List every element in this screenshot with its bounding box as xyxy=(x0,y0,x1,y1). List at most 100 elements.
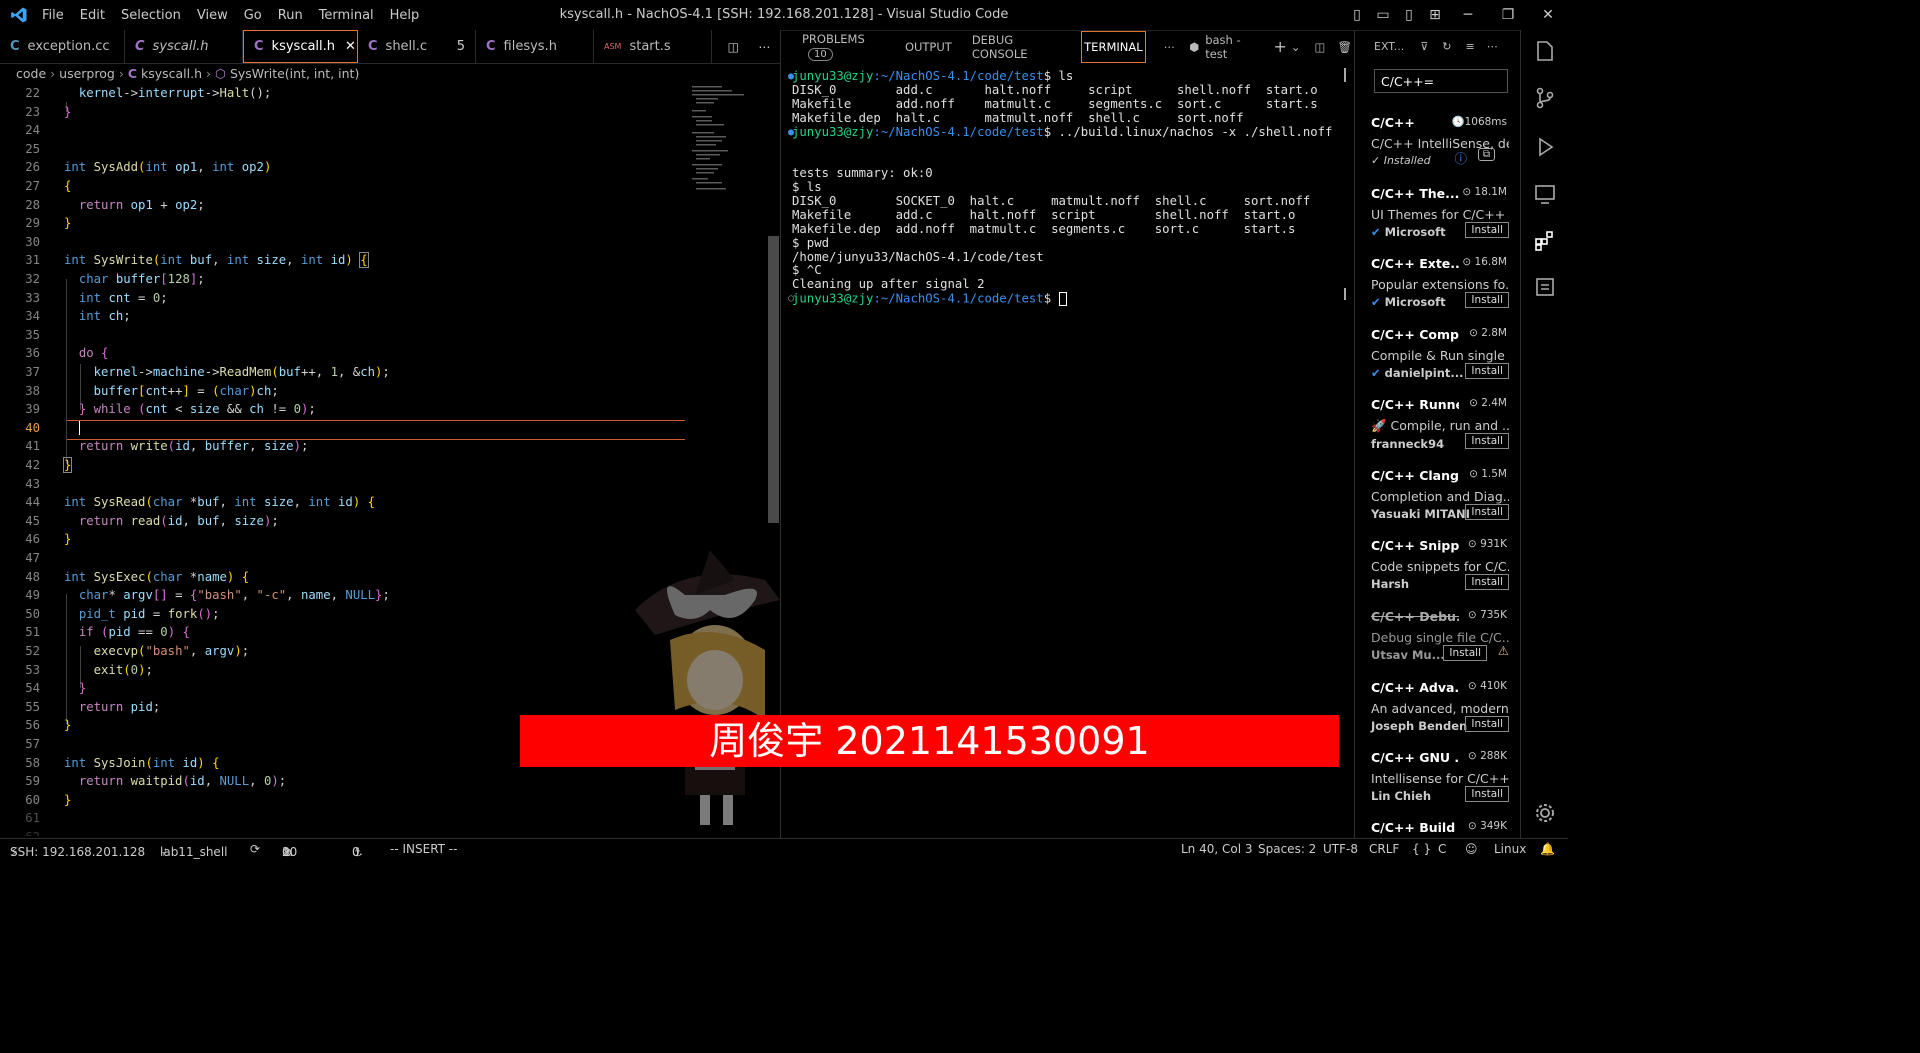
restore-icon[interactable]: ❐ xyxy=(1488,7,1528,23)
layout-icon[interactable]: ⊞ xyxy=(1422,7,1448,23)
install-button[interactable]: Install xyxy=(1465,363,1509,379)
tab-shell-c[interactable]: Cshell.c 5 xyxy=(358,30,476,63)
terminal[interactable]: ● junyu33@zjy:~/NachOS-4.1/code/test$ ls … xyxy=(788,69,1342,310)
clear-icon[interactable]: ≡ xyxy=(1465,40,1474,53)
remote-sync-icon[interactable]: ⧉ xyxy=(1477,148,1495,161)
divider xyxy=(1354,30,1355,838)
extension-item[interactable]: C/C++ Adva... ⊙ 410K An advanced, modern.… xyxy=(1371,680,1511,750)
tab-label: shell.c xyxy=(385,39,428,54)
extension-item[interactable]: C/C++ GNU ... ⊙ 288K Intellisense for C/C… xyxy=(1371,750,1511,820)
chevron-down-icon[interactable]: ⌄ xyxy=(1291,40,1301,54)
install-button[interactable]: Install xyxy=(1465,574,1509,590)
menu-run[interactable]: Run xyxy=(278,8,303,23)
code-line: 34 int ch; xyxy=(25,309,131,324)
menu-view[interactable]: View xyxy=(197,8,228,23)
indentation[interactable]: Spaces: 2 xyxy=(1258,842,1316,856)
install-button[interactable]: Install xyxy=(1443,645,1487,661)
tab-debug-console[interactable]: DEBUG CONSOLE xyxy=(972,33,1061,61)
extension-item[interactable]: C/C++ Snipp... ⊙ 931K Code snippets for C… xyxy=(1371,538,1511,608)
extension-item[interactable]: C/C++ Build ... ⊙ 349K xyxy=(1371,820,1511,836)
close-window-icon[interactable]: ✕ xyxy=(1528,7,1568,23)
tab-start-s[interactable]: ASM start.s xyxy=(594,30,712,63)
minimize-icon[interactable]: ─ xyxy=(1448,7,1488,23)
testing-icon[interactable] xyxy=(1534,276,1556,298)
extensions-icon[interactable] xyxy=(1534,230,1556,252)
cursor-position[interactable]: Ln 40, Col 3 xyxy=(1181,842,1253,856)
source-control-icon[interactable] xyxy=(1534,87,1556,109)
terminal-shell-icon: ⬢ xyxy=(1189,39,1200,54)
install-button[interactable]: Install xyxy=(1465,716,1509,732)
menu-selection[interactable]: Selection xyxy=(121,8,181,23)
copilot-icon[interactable]: ☺ xyxy=(1465,842,1478,856)
tab-label: syscall.h xyxy=(152,39,209,54)
menu-help[interactable]: Help xyxy=(390,8,420,23)
tab-filesys-h[interactable]: Cfilesys.h xyxy=(476,30,594,63)
extensions-search-input[interactable]: C/C++= xyxy=(1374,69,1508,93)
toggle-sidebar-icon[interactable]: ▯ xyxy=(1344,7,1370,23)
editor-tabs: Cexception.cc Csyscall.h Cksyscall.h ✕ Cs… xyxy=(0,30,780,64)
tab-exception-cc[interactable]: Cexception.cc xyxy=(0,30,125,63)
menu-file[interactable]: File xyxy=(42,8,64,23)
more-actions-icon[interactable]: ⋯ xyxy=(1487,40,1498,53)
extension-item[interactable]: C/C++ Exte... ⊙ 16.8M Popular extensions … xyxy=(1371,256,1511,326)
toggle-panel-icon[interactable]: ▭ xyxy=(1370,7,1396,23)
editor-scrollbar[interactable] xyxy=(768,236,779,523)
language-mode-icon[interactable]: { } xyxy=(1412,842,1431,856)
code-line: 37 kernel->machine->ReadMem(buf++, 1, &c… xyxy=(25,365,390,379)
extension-item-deprecated[interactable]: C/C++ Debu... ⊙ 735K Debug single file C/… xyxy=(1371,609,1511,679)
notifications-bell-icon[interactable]: 🔔 xyxy=(1540,842,1555,856)
settings-gear-icon[interactable] xyxy=(1534,802,1556,824)
extension-item[interactable]: C/C++ The... ⊙ 18.1M UI Themes for C/C++ … xyxy=(1371,186,1511,256)
terminal-shell-label[interactable]: bash - test xyxy=(1205,33,1259,61)
split-editor-icon[interactable]: ◫ xyxy=(728,40,739,54)
menu-terminal[interactable]: Terminal xyxy=(319,8,374,23)
explorer-icon[interactable] xyxy=(1534,40,1556,62)
new-terminal-icon[interactable]: + xyxy=(1273,37,1286,56)
remote-explorer-icon[interactable] xyxy=(1534,183,1556,205)
more-actions-icon[interactable]: ⋯ xyxy=(758,40,770,54)
more-actions-icon[interactable]: ⋯ xyxy=(1164,40,1176,54)
install-button[interactable]: Install xyxy=(1465,433,1509,449)
code-line: 52 execvp("bash", argv); xyxy=(25,644,250,658)
extension-item[interactable]: C/C++ Comp... ⊙ 2.8M Compile & Run single… xyxy=(1371,327,1511,397)
close-tab-icon[interactable]: ✕ xyxy=(345,39,356,54)
extension-description: Compile & Run single ... xyxy=(1371,348,1509,363)
menu-edit[interactable]: Edit xyxy=(80,8,105,23)
filter-icon[interactable]: ⊽ xyxy=(1420,40,1428,53)
tab-ksyscall-h[interactable]: Cksyscall.h ✕ xyxy=(243,30,358,63)
refresh-icon[interactable]: ↻ xyxy=(1442,40,1451,53)
extension-item[interactable]: C/C++ Runner ⊙ 2.4M 🚀 Compile, run and ..… xyxy=(1371,397,1511,467)
tab-problems[interactable]: PROBLEMS 10 xyxy=(802,32,885,61)
extension-name: C/C++ The... xyxy=(1371,186,1459,201)
tab-syscall-h[interactable]: Csyscall.h xyxy=(125,30,243,63)
install-button[interactable]: Install xyxy=(1465,504,1509,520)
chevron-right-icon: › xyxy=(50,66,56,81)
verified-icon: ✔ xyxy=(1371,295,1381,309)
platform-label[interactable]: Linux xyxy=(1494,842,1526,856)
split-terminal-icon[interactable]: ◫ xyxy=(1315,40,1326,54)
minimap[interactable] xyxy=(690,84,766,204)
extension-item[interactable]: C/C++🕓1068ms C/C++ IntelliSense, de... ✓… xyxy=(1371,115,1511,185)
menu-go[interactable]: Go xyxy=(244,8,262,23)
end-of-line[interactable]: CRLF xyxy=(1369,842,1399,856)
breadcrumb-code[interactable]: code xyxy=(16,66,46,81)
terminal-line: tests summary: ok:0 xyxy=(792,166,933,181)
breadcrumb-userprog[interactable]: userprog xyxy=(59,66,115,81)
run-debug-icon[interactable] xyxy=(1534,136,1556,158)
extension-item[interactable]: C/C++ Clang... ⊙ 1.5M Completion and Diag… xyxy=(1371,468,1511,538)
tab-output[interactable]: OUTPUT xyxy=(905,40,952,54)
install-button[interactable]: Install xyxy=(1465,292,1509,308)
encoding[interactable]: UTF-8 xyxy=(1323,842,1358,856)
breadcrumb-symbol[interactable]: SysWrite(int, int, int) xyxy=(230,66,359,81)
sync-icon[interactable]: ⟳ xyxy=(250,842,260,856)
install-button[interactable]: Install xyxy=(1465,786,1509,802)
terminal-line: Cleaning up after signal 2 xyxy=(792,277,985,292)
info-icon[interactable]: ⓘ xyxy=(1454,148,1467,167)
toggle-secondary-sidebar-icon[interactable]: ▯ xyxy=(1396,7,1422,23)
trash-icon[interactable]: 🗑 xyxy=(1337,40,1352,54)
install-button[interactable]: Install xyxy=(1465,222,1509,238)
breadcrumb-file[interactable]: ksyscall.h xyxy=(141,66,202,81)
language-mode-label[interactable]: C xyxy=(1438,842,1446,856)
code-line: 23} xyxy=(25,104,72,119)
tab-terminal[interactable]: TERMINAL xyxy=(1081,30,1146,63)
